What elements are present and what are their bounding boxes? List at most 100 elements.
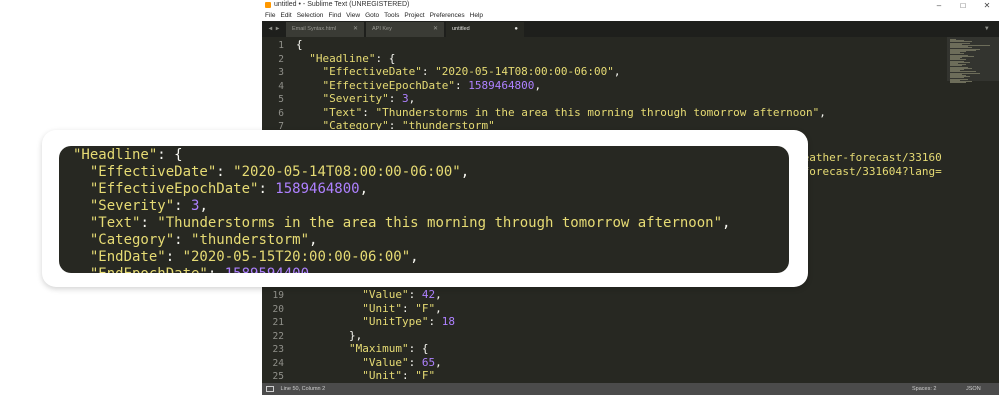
code-token: "F" bbox=[415, 301, 436, 315]
menu-view[interactable]: View bbox=[346, 11, 360, 21]
zoomed-code-line: "Category": "thunderstorm", bbox=[73, 232, 318, 249]
code-token: : bbox=[408, 288, 422, 301]
menu-find[interactable]: Find bbox=[328, 11, 341, 21]
tab-untitled[interactable]: untitled ● bbox=[446, 22, 524, 37]
line-number: 2 bbox=[278, 53, 284, 65]
code-token: "EffectiveDate" bbox=[322, 65, 422, 78]
code-token: "EndDate" bbox=[89, 249, 166, 265]
tab-close-icon[interactable]: ✕ bbox=[353, 22, 358, 37]
line-number: 23 bbox=[272, 344, 284, 355]
clipped-code-line: -forecast/331604?lang= bbox=[796, 165, 942, 178]
zoom-callout: "Headline": { "EffectiveDate": "2020-05-… bbox=[42, 130, 808, 287]
line-number: 5 bbox=[278, 94, 284, 105]
code-token: , bbox=[309, 232, 318, 248]
code-token: "Unit" bbox=[362, 369, 402, 382]
menu-project[interactable]: Project bbox=[404, 11, 424, 21]
code-token: , bbox=[435, 288, 442, 301]
tab-close-icon[interactable]: ✕ bbox=[433, 22, 438, 37]
window-controls: – □ ✕ bbox=[927, 0, 999, 11]
code-token: "UnitType" bbox=[362, 315, 429, 328]
tab-dropdown-icon[interactable]: ▼ bbox=[985, 21, 999, 37]
code-token: , bbox=[613, 65, 621, 78]
menu-goto[interactable]: Goto bbox=[365, 11, 379, 21]
line-number: 25 bbox=[272, 371, 284, 382]
code-token: , bbox=[460, 164, 470, 180]
code-line: "Value": 42, bbox=[296, 288, 442, 302]
panel-toggle-icon[interactable] bbox=[266, 385, 274, 392]
minimap[interactable] bbox=[947, 37, 999, 383]
code-token: "thunderstorm" bbox=[191, 232, 310, 248]
code-token: "Value" bbox=[362, 355, 409, 369]
line-number: 24 bbox=[272, 357, 284, 369]
code-token: 65 bbox=[421, 355, 436, 369]
title-bar: untitled • - Sublime Text (UNREGISTERED)… bbox=[262, 0, 999, 11]
menu-help[interactable]: Help bbox=[470, 11, 483, 21]
code-token: 3 bbox=[401, 92, 409, 105]
menu-bar: File Edit Selection Find View Goto Tools… bbox=[262, 11, 999, 21]
line-number: 22 bbox=[272, 330, 284, 342]
menu-preferences[interactable]: Preferences bbox=[430, 11, 465, 21]
line-number: 19 bbox=[272, 290, 284, 301]
minimap-line bbox=[950, 82, 966, 84]
menu-edit[interactable]: Edit bbox=[280, 11, 291, 21]
code-line: }, bbox=[296, 329, 362, 343]
tab-email-syntax[interactable]: Email Syntax.html ✕ bbox=[286, 22, 364, 37]
zoomed-code-line: "Text": "Thunderstorms in the area this … bbox=[73, 215, 731, 232]
code-line: "Headline": { bbox=[296, 52, 395, 66]
code-token: 42 bbox=[421, 288, 436, 301]
code-token: "Text" bbox=[89, 215, 141, 231]
code-token: "Category" bbox=[89, 232, 175, 248]
tab-api-key[interactable]: API Key ✕ bbox=[366, 22, 444, 37]
code-token: }, bbox=[296, 328, 363, 342]
code-token: "EffectiveDate" bbox=[89, 164, 217, 180]
menu-tools[interactable]: Tools bbox=[384, 11, 399, 21]
line-number: 4 bbox=[278, 80, 284, 92]
zoomed-code-line: "EffectiveDate": "2020-05-14T08:00:00-06… bbox=[73, 164, 469, 181]
tab-navigation-arrows-icon[interactable]: ◀ ▶ bbox=[262, 21, 286, 37]
code-token: : bbox=[401, 369, 416, 382]
cursor-position: Line 50, Column 2 bbox=[280, 386, 326, 392]
code-line: "Value": 65, bbox=[296, 355, 441, 370]
code-token: , bbox=[435, 301, 442, 315]
code-token: : bbox=[428, 315, 442, 328]
syntax-selector[interactable]: JSON bbox=[966, 383, 981, 395]
close-button[interactable]: ✕ bbox=[975, 0, 999, 11]
code-token: "Maximum" bbox=[348, 342, 409, 355]
menu-selection[interactable]: Selection bbox=[297, 11, 324, 21]
clipped-code-line: weather-forecast/33160 bbox=[796, 151, 942, 164]
tab-dirty-indicator-icon[interactable]: ● bbox=[514, 22, 518, 37]
code-token: , bbox=[408, 92, 416, 105]
code-token: : { bbox=[375, 51, 396, 65]
line-number: 20 bbox=[272, 303, 284, 315]
code-token: : bbox=[208, 266, 225, 273]
code-token: , bbox=[722, 215, 731, 231]
code-token: : bbox=[216, 164, 234, 180]
tab-label: API Key bbox=[372, 26, 392, 32]
line-number: 1 bbox=[278, 40, 284, 51]
indentation-setting[interactable]: Spaces: 2 bbox=[912, 383, 936, 395]
minimize-button[interactable]: – bbox=[927, 0, 951, 11]
maximize-button[interactable]: □ bbox=[951, 0, 975, 11]
code-line: "UnitType": 18 bbox=[296, 315, 455, 329]
code-token: "EndEpochDate" bbox=[90, 266, 208, 273]
window-title: untitled • - Sublime Text (UNREGISTERED) bbox=[274, 1, 410, 8]
code-line: "Maximum": { bbox=[296, 342, 428, 356]
code-token: : bbox=[258, 181, 276, 197]
code-line: "EffectiveDate": "2020-05-14T08:00:00-06… bbox=[296, 65, 621, 79]
code-token: "EffectiveEpochDate" bbox=[322, 78, 455, 92]
code-token: "2020-05-14T08:00:00-06:00" bbox=[435, 65, 614, 78]
menu-file[interactable]: File bbox=[265, 11, 275, 21]
code-token: "Thunderstorms in the area this morning … bbox=[157, 215, 723, 231]
code-token: : bbox=[174, 232, 192, 248]
code-token: "2020-05-15T20:00:00-06:00" bbox=[182, 249, 411, 265]
code-token: , bbox=[819, 105, 826, 119]
